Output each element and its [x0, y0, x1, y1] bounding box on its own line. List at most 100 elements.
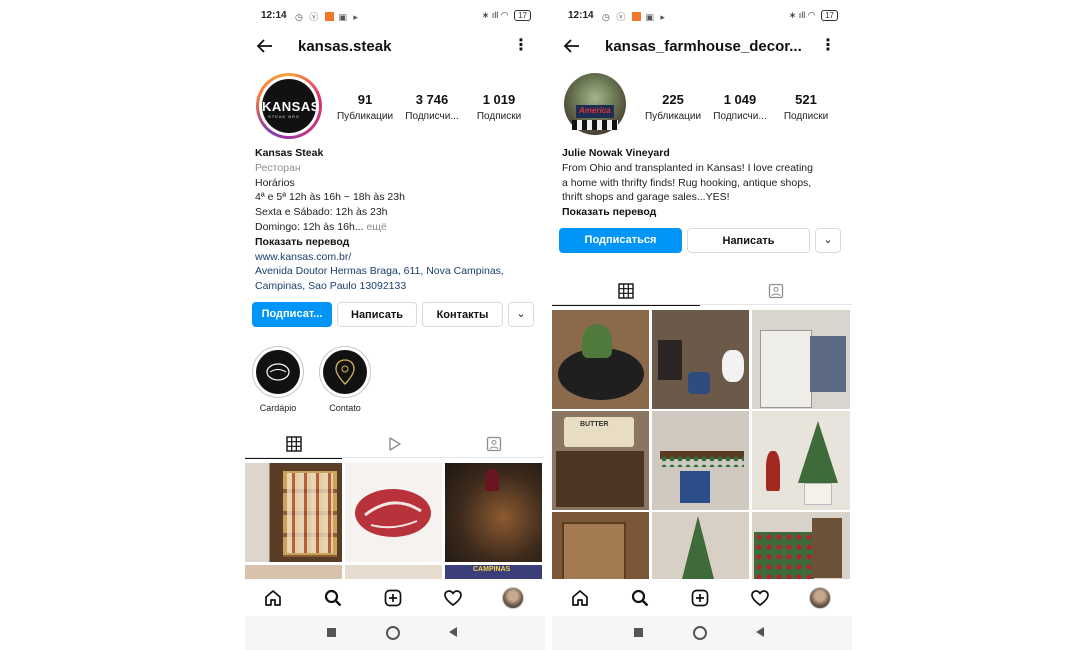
address-line[interactable]: Avenida Doutor Hermas Braga, 611, Nova C…: [255, 264, 504, 279]
recents-icon[interactable]: [327, 628, 336, 637]
post-thumbnail[interactable]: [752, 310, 850, 409]
posts-grid: BUTTER: [552, 310, 852, 579]
post-thumbnail-text: BUTTER: [580, 421, 609, 428]
back-triangle-icon[interactable]: [756, 627, 764, 637]
profile-name: Julie Nowak Vineyard: [562, 147, 670, 159]
website-link[interactable]: www.kansas.com.br/: [255, 250, 504, 265]
post-thumbnail[interactable]: [245, 565, 342, 579]
system-navigation: [245, 616, 545, 650]
tab-tagged[interactable]: [445, 430, 542, 458]
chevron-down-icon[interactable]: ⌄: [508, 302, 534, 327]
location-pin-icon: [323, 350, 367, 394]
post-thumbnail[interactable]: [345, 463, 442, 562]
stat-posts-count: 91: [357, 92, 373, 107]
more-icon[interactable]: ⋮: [820, 38, 836, 54]
back-arrow-icon[interactable]: [562, 36, 582, 56]
heart-icon[interactable]: [443, 588, 463, 608]
stat-followers[interactable]: 3 746 Подписчи...: [397, 92, 467, 122]
post-thumbnail[interactable]: [752, 411, 850, 510]
tagged-icon: [486, 436, 501, 452]
more-link[interactable]: ещё: [364, 221, 386, 233]
recents-icon[interactable]: [634, 628, 643, 637]
profile-header: kansas_farmhouse_decor... ⋮: [552, 32, 852, 60]
home-circle-icon[interactable]: [693, 626, 707, 640]
post-thumbnail[interactable]: CAMPINAS: [445, 565, 542, 579]
bio-line: a home with thrifty finds! Rug hooking, …: [562, 176, 812, 189]
bottom-navigation: [245, 579, 545, 617]
bio-line: Horários: [255, 176, 295, 189]
message-button[interactable]: Написать: [337, 302, 417, 327]
highlight-label: Contato: [329, 403, 361, 413]
highlight-cardapio[interactable]: Cardápio: [251, 346, 305, 413]
post-thumbnail[interactable]: [752, 512, 850, 579]
kansas-steak-profile-screen: 12:14 ◷ ⓥ ▣ ▸ ∗ ıll ◠ 17 kansas.steak ⋮ …: [245, 0, 545, 650]
search-icon[interactable]: [630, 588, 650, 608]
post-thumbnail[interactable]: [652, 310, 749, 409]
tab-reels[interactable]: [345, 430, 442, 458]
profile-tabs: [245, 430, 545, 459]
stat-followers-count: 3 746: [415, 92, 449, 107]
tab-posts-grid[interactable]: [552, 277, 700, 306]
follow-button[interactable]: Подписаться: [559, 228, 682, 253]
search-icon[interactable]: [323, 588, 343, 608]
stat-following-label: Подписки: [476, 111, 522, 122]
post-thumbnail[interactable]: [652, 411, 749, 510]
battery-indicator: 17: [821, 10, 838, 21]
home-icon[interactable]: [570, 588, 590, 608]
back-arrow-icon[interactable]: [255, 36, 275, 56]
stat-following-label: Подписки: [783, 111, 829, 122]
post-thumbnail[interactable]: [345, 565, 442, 579]
contacts-button[interactable]: Контакты: [422, 302, 503, 327]
profile-avatar-nav[interactable]: [809, 587, 831, 609]
stat-following[interactable]: 521 Подписки: [771, 92, 841, 122]
translate-link[interactable]: Показать перевод: [255, 235, 504, 250]
post-thumbnail[interactable]: [552, 310, 649, 409]
translate-link[interactable]: Показать перевод: [562, 205, 813, 220]
stat-followers[interactable]: 1 049 Подписчи...: [705, 92, 775, 122]
heart-icon[interactable]: [750, 588, 770, 608]
new-post-icon[interactable]: [383, 588, 403, 608]
avatar-text: America: [579, 106, 611, 115]
profile-header: kansas.steak ⋮: [245, 32, 545, 60]
follow-button[interactable]: Подписат...: [252, 302, 332, 327]
post-thumbnail[interactable]: [245, 463, 342, 562]
home-circle-icon[interactable]: [386, 626, 400, 640]
more-icon[interactable]: ⋮: [513, 38, 529, 54]
profile-bio: Kansas Steak Ресторан Horários 4ª e 5ª 1…: [255, 146, 504, 294]
profile-avatar[interactable]: KANSAS STEAK BRG: [256, 73, 322, 139]
profile-avatar[interactable]: America: [564, 73, 626, 135]
stat-followers-label: Подписчи...: [713, 111, 767, 122]
stat-following-count: 521: [795, 92, 817, 107]
bio-line: Sexta e Sábado: 12h às 23h: [255, 206, 388, 219]
system-indicators: ∗ ıll ◠ 17: [482, 10, 531, 21]
address-line[interactable]: Campinas, Sao Paulo 13092133: [255, 279, 504, 294]
profile-avatar-nav[interactable]: [502, 587, 524, 609]
bottom-navigation: [552, 579, 852, 617]
post-thumbnail[interactable]: BUTTER: [552, 411, 649, 510]
logo-subtext: STEAK BRG: [268, 114, 300, 119]
stat-followers-count: 1 049: [723, 92, 757, 107]
home-icon[interactable]: [263, 588, 283, 608]
posts-grid: CAMPINAS: [245, 461, 545, 579]
stat-posts-label: Публикации: [336, 111, 394, 122]
steak-icon: [256, 350, 300, 394]
bio-line: Domingo: 12h às 16h... ещё: [255, 220, 504, 235]
back-triangle-icon[interactable]: [449, 627, 457, 637]
system-navigation: [552, 616, 852, 650]
highlight-label: Cardápio: [259, 403, 297, 413]
post-thumbnail[interactable]: [652, 512, 749, 579]
tab-posts-grid[interactable]: [245, 430, 342, 459]
notification-icons: ◷ ⓥ ▣ ▸: [602, 12, 667, 22]
new-post-icon[interactable]: [690, 588, 710, 608]
post-thumbnail[interactable]: [552, 512, 649, 579]
battery-indicator: 17: [514, 10, 531, 21]
stat-followers-label: Подписчи...: [405, 111, 459, 122]
post-thumbnail[interactable]: [445, 463, 542, 562]
highlight-contato[interactable]: Contato: [318, 346, 372, 413]
stat-posts[interactable]: 91 Публикации: [330, 92, 400, 122]
stat-posts[interactable]: 225 Публикации: [638, 92, 708, 122]
message-button[interactable]: Написать: [687, 228, 810, 253]
tab-tagged[interactable]: [702, 277, 850, 305]
chevron-down-icon[interactable]: ⌄: [815, 228, 841, 253]
stat-following[interactable]: 1 019 Подписки: [464, 92, 534, 122]
